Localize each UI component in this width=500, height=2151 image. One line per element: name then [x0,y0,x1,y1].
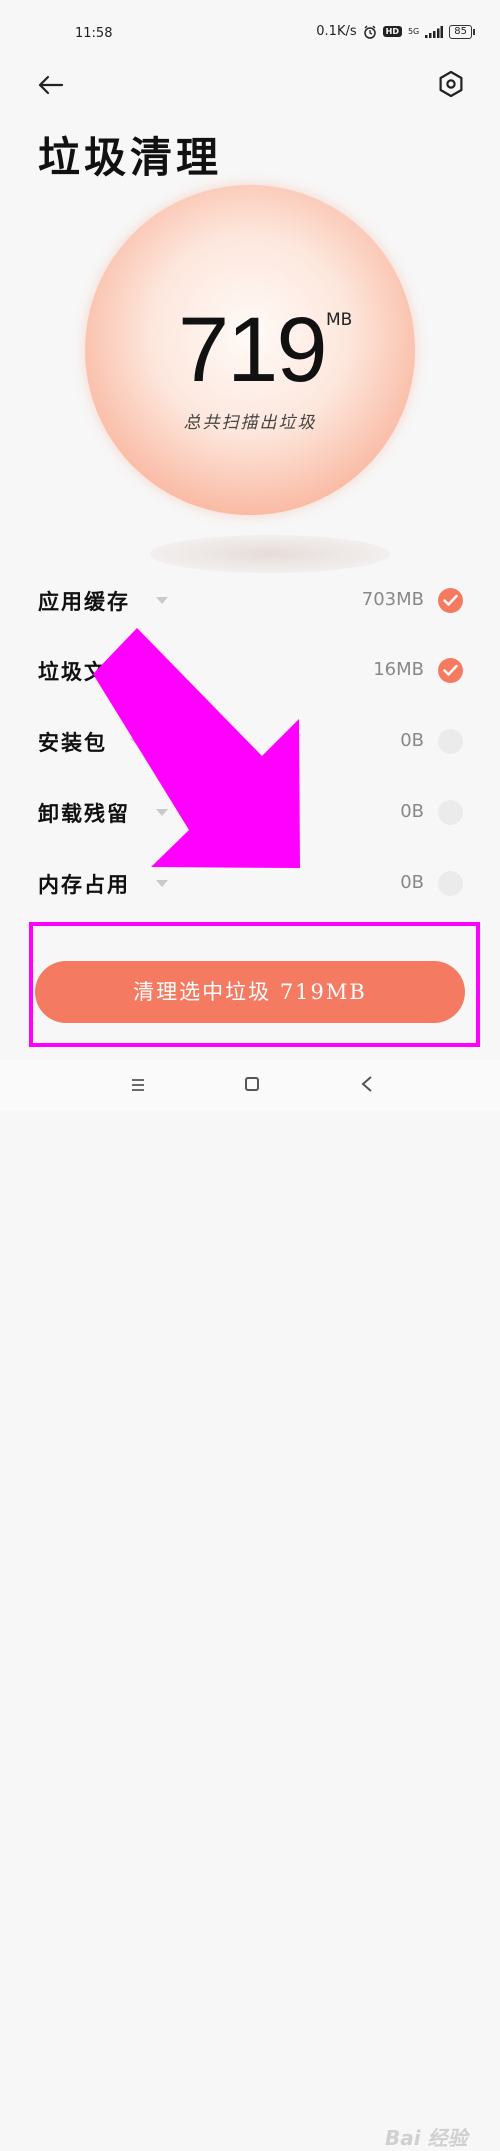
list-item-label: 安装包 [38,730,107,755]
network-speed: 0.1K/s [316,24,357,39]
menu-icon[interactable] [130,1077,146,1093]
list-item-label: 应用缓存 [38,589,130,614]
checkbox-unchecked-icon[interactable] [438,800,463,825]
list-item-size: 16MB [373,659,424,680]
hd-badge: HD [382,26,402,37]
list-item-junk-files[interactable]: 垃圾文件 16MB [0,636,500,696]
chevron-down-icon[interactable] [130,738,142,745]
back-arrow-icon[interactable] [36,70,66,100]
chevron-down-icon[interactable] [156,667,168,674]
network-type: 5G [407,26,420,36]
nav-back-icon[interactable] [360,1075,374,1093]
annotation-highlight-box [29,922,480,1047]
battery-icon: 85 [449,24,475,39]
watermark-logo: Bai 经验 [385,2126,468,2150]
settings-hexagon-icon[interactable] [436,69,466,99]
status-time: 11:58 [75,26,113,41]
checkbox-unchecked-icon[interactable] [438,871,463,896]
list-item-label: 卸载残留 [38,801,130,826]
checkbox-unchecked-icon[interactable] [438,729,463,754]
page-title: 垃圾清理 [38,133,223,182]
list-item-install-packages[interactable]: 安装包 0B [0,707,500,767]
home-icon[interactable] [245,1077,259,1091]
total-junk-value: 719 [178,299,327,401]
system-nav-bar: Bai 经验 [0,1060,500,2150]
checkbox-checked-icon[interactable] [438,658,463,683]
chevron-down-icon[interactable] [156,880,168,887]
list-item-app-cache[interactable]: 应用缓存 703MB [0,566,500,626]
alarm-icon [363,25,376,39]
list-item-label: 垃圾文件 [38,659,130,684]
list-item-uninstall-residue[interactable]: 卸载残留 0B [0,778,500,838]
checkbox-checked-icon[interactable] [438,588,463,613]
chevron-down-icon[interactable] [156,809,168,816]
total-junk-caption: 总共扫描出垃圾 [183,413,317,433]
list-item-size: 0B [400,801,424,822]
signal-icon [425,25,444,38]
status-bar: 11:58 0.1K/s HD 5G 85 [0,0,500,64]
chevron-down-icon[interactable] [156,597,168,604]
list-item-size: 0B [400,730,424,751]
list-item-size: 703MB [361,589,424,610]
status-indicators: 0.1K/s HD 5G 85 [316,24,475,39]
total-junk-unit: MB [326,310,353,330]
list-item-memory-usage[interactable]: 内存占用 0B [0,849,500,909]
list-item-size: 0B [400,872,424,893]
list-item-label: 内存占用 [38,872,130,897]
